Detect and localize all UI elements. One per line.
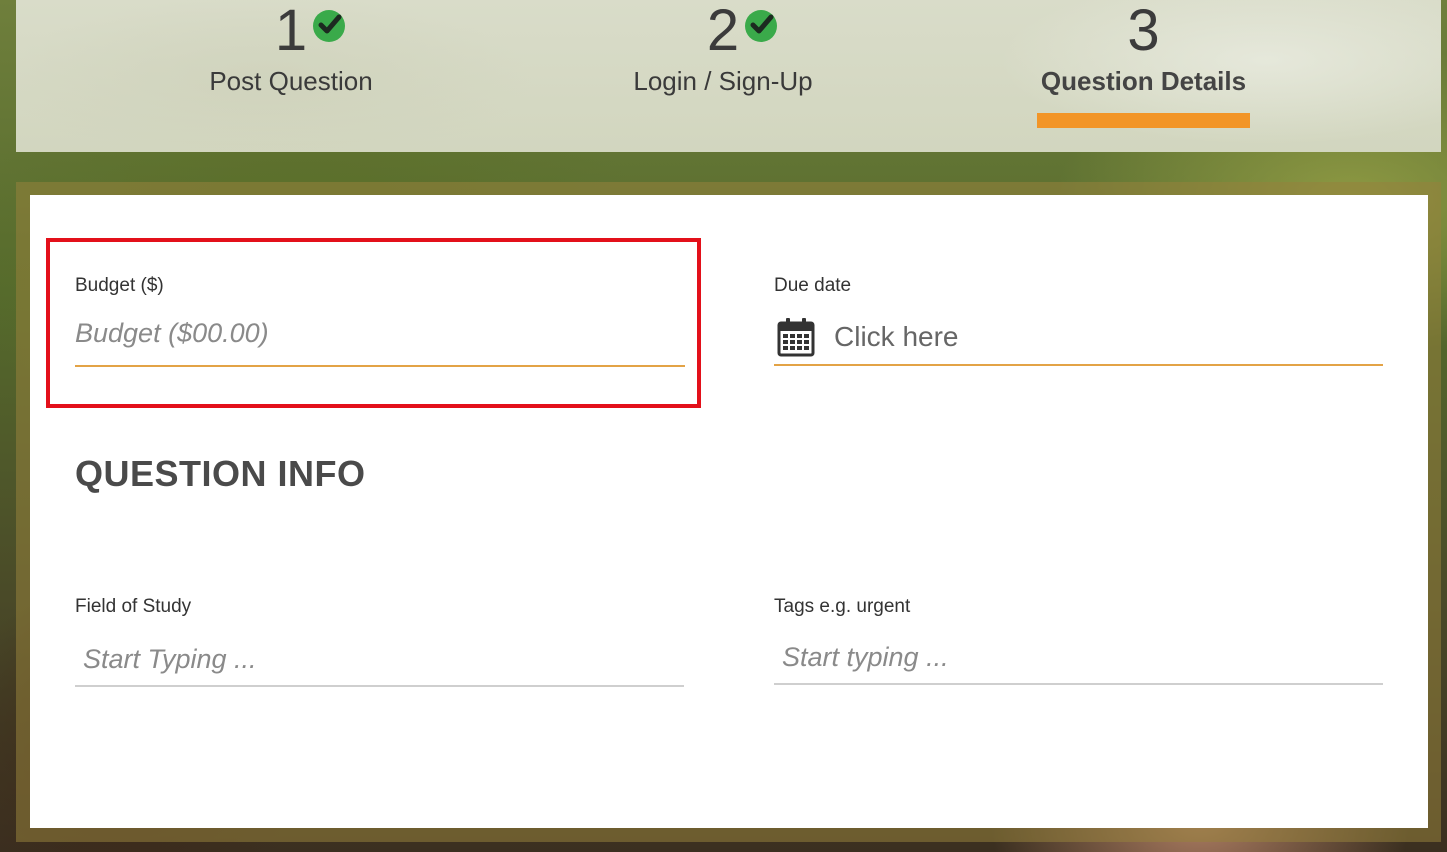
tags-underline (774, 683, 1383, 685)
step-progress-header: 1 Post Question 2 Login / Sign-Up 3 Ques… (16, 0, 1441, 152)
budget-label: Budget ($) (75, 275, 164, 296)
field-of-study-input[interactable] (83, 639, 673, 679)
due-date-picker-trigger[interactable]: Click here (834, 321, 958, 353)
step-number-wrap: 1 (274, 0, 345, 63)
step-label: Question Details (1040, 66, 1247, 96)
calendar-icon[interactable] (777, 317, 815, 357)
step-number: 3 (1127, 0, 1160, 63)
field-of-study-group: Field of Study (75, 595, 684, 690)
step-number: 2 (706, 0, 740, 63)
due-date-label: Due date (774, 275, 852, 296)
step-number-wrap: 2 (706, 0, 777, 63)
field-of-study-underline (75, 685, 684, 687)
tags-input[interactable] (782, 637, 1372, 677)
step-post-question[interactable]: 1 Post Question (191, 0, 391, 152)
budget-input[interactable] (75, 313, 675, 353)
checkmark-icon (312, 10, 345, 42)
step-number: 1 (274, 0, 308, 63)
step-label: Login / Sign-Up (633, 66, 813, 96)
budget-field-group: Budget ($) (75, 265, 685, 385)
tags-label: Tags e.g. urgent (774, 596, 911, 617)
field-of-study-label: Field of Study (75, 596, 192, 617)
step-login-signup[interactable]: 2 Login / Sign-Up (606, 0, 840, 152)
due-date-underline (774, 364, 1383, 366)
section-title: QUESTION INFO (75, 453, 366, 494)
tags-field-group: Tags e.g. urgent (774, 595, 1383, 690)
due-date-field-group: Due date Click here (774, 275, 1383, 385)
step-label: Post Question (209, 66, 373, 96)
question-details-form: Budget ($) Due date Click here QUESTION … (30, 195, 1428, 828)
budget-underline (75, 365, 685, 367)
step-question-details[interactable]: 3 Question Details (1037, 0, 1250, 152)
active-step-indicator (1037, 113, 1250, 128)
checkmark-icon (744, 10, 777, 42)
